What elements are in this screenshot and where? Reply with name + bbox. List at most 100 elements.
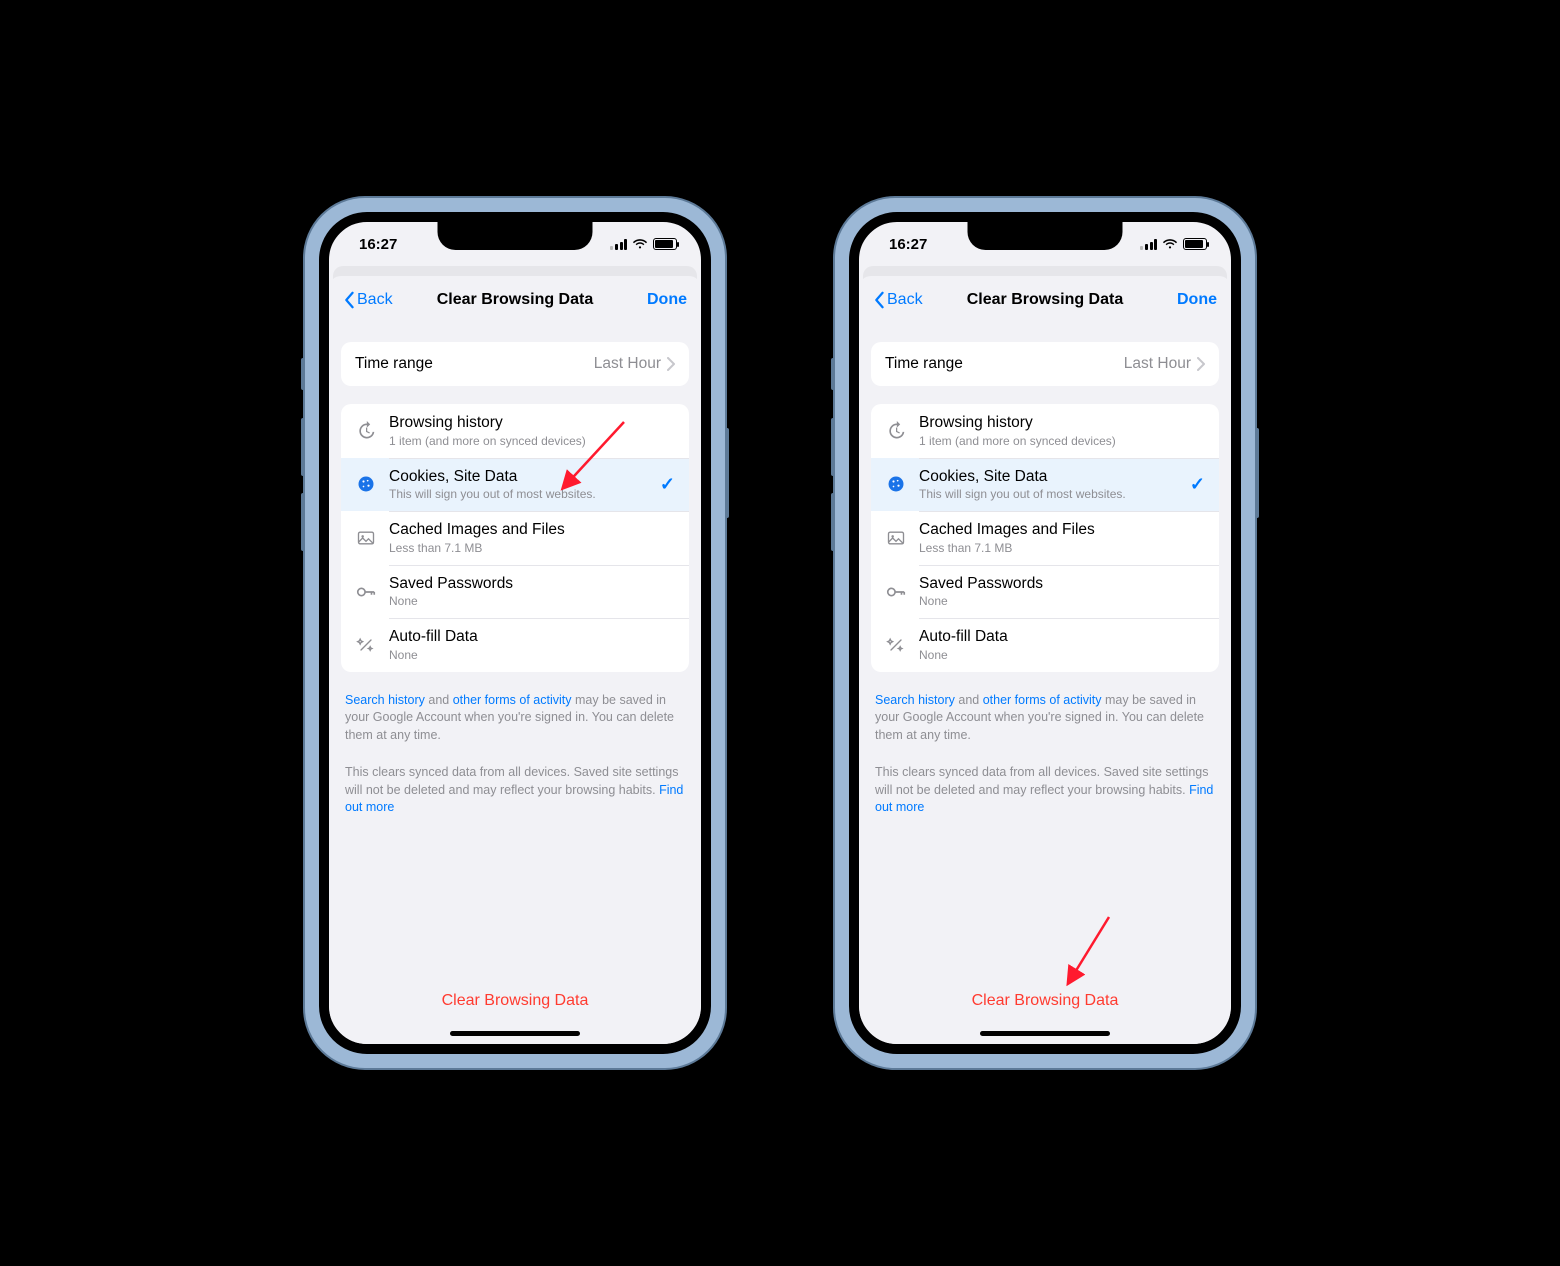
back-label: Back: [887, 291, 923, 309]
notch: [438, 222, 593, 250]
volume-down-button: [831, 493, 835, 551]
nav-bar: Back Clear Browsing Data Done: [859, 276, 1231, 324]
screen: 16:27 Back Clear Browsing Data Done: [319, 212, 711, 1054]
autofill-title: Auto-fill Data: [919, 628, 1205, 647]
time-range-row[interactable]: Time range Last Hour: [341, 342, 689, 386]
back-button[interactable]: Back: [873, 291, 923, 309]
passwords-title: Saved Passwords: [389, 575, 675, 594]
chevron-right-icon: [1197, 357, 1205, 371]
screen: 16:27 Back Clear Browsing Data Done: [849, 212, 1241, 1054]
volume-down-button: [301, 493, 305, 551]
phone-mockup-left: 16:27 Back Clear Browsing Data Done: [305, 198, 725, 1068]
checkmark-icon: ✓: [660, 474, 675, 495]
clear-browsing-data-button[interactable]: Clear Browsing Data: [329, 992, 701, 1010]
cellular-signal-icon: [1140, 239, 1157, 250]
footer-activity-text: Search history and other forms of activi…: [341, 692, 689, 745]
passwords-row[interactable]: Saved Passwords None: [341, 565, 689, 619]
wifi-icon: [1162, 238, 1178, 250]
time-range-group: Time range Last Hour: [341, 342, 689, 386]
volume-up-button: [831, 418, 835, 476]
battery-icon: [653, 238, 677, 250]
time-range-group: Time range Last Hour: [871, 342, 1219, 386]
notch: [968, 222, 1123, 250]
passwords-sub: None: [389, 594, 675, 608]
power-button: [725, 428, 729, 518]
other-activity-link[interactable]: other forms of activity: [453, 693, 572, 707]
browsing-history-title: Browsing history: [919, 414, 1205, 433]
modal-sheet: Back Clear Browsing Data Done Time range…: [329, 276, 701, 1044]
cookies-title: Cookies, Site Data: [389, 468, 660, 487]
phone-mockup-right: 16:27 Back Clear Browsing Data Done: [835, 198, 1255, 1068]
footer-sync-text: This clears synced data from all devices…: [871, 764, 1219, 817]
browsing-history-title: Browsing history: [389, 414, 675, 433]
image-icon: [355, 527, 377, 549]
time-range-label: Time range: [885, 355, 1124, 374]
search-history-link[interactable]: Search history: [875, 693, 955, 707]
cookies-row[interactable]: Cookies, Site Data This will sign you ou…: [341, 458, 689, 512]
image-icon: [885, 527, 907, 549]
wifi-icon: [632, 238, 648, 250]
browsing-history-row[interactable]: Browsing history 1 item (and more on syn…: [341, 404, 689, 458]
cached-sub: Less than 7.1 MB: [389, 541, 675, 555]
mute-switch: [301, 358, 305, 390]
autofill-row[interactable]: Auto-fill Data None: [871, 618, 1219, 672]
browsing-history-sub: 1 item (and more on synced devices): [389, 434, 675, 448]
battery-icon: [1183, 238, 1207, 250]
checkmark-icon: ✓: [1190, 474, 1205, 495]
key-icon: [885, 581, 907, 603]
modal-sheet: Back Clear Browsing Data Done Time range…: [859, 276, 1231, 1044]
home-indicator[interactable]: [980, 1031, 1110, 1036]
autofill-sub: None: [389, 648, 675, 662]
cached-title: Cached Images and Files: [919, 521, 1205, 540]
time-range-label: Time range: [355, 355, 594, 374]
data-types-group: Browsing history 1 item (and more on syn…: [871, 404, 1219, 672]
time-range-value: Last Hour: [594, 355, 661, 373]
done-button[interactable]: Done: [1177, 291, 1217, 309]
done-button[interactable]: Done: [647, 291, 687, 309]
browsing-history-row[interactable]: Browsing history 1 item (and more on syn…: [871, 404, 1219, 458]
time-range-row[interactable]: Time range Last Hour: [871, 342, 1219, 386]
home-indicator[interactable]: [450, 1031, 580, 1036]
cached-sub: Less than 7.1 MB: [919, 541, 1205, 555]
cookies-title: Cookies, Site Data: [919, 468, 1190, 487]
wand-icon: [885, 634, 907, 656]
passwords-row[interactable]: Saved Passwords None: [871, 565, 1219, 619]
back-label: Back: [357, 291, 393, 309]
nav-bar: Back Clear Browsing Data Done: [329, 276, 701, 324]
mute-switch: [831, 358, 835, 390]
back-button[interactable]: Back: [343, 291, 393, 309]
status-time: 16:27: [359, 236, 397, 253]
other-activity-link[interactable]: other forms of activity: [983, 693, 1102, 707]
passwords-sub: None: [919, 594, 1205, 608]
autofill-sub: None: [919, 648, 1205, 662]
clear-browsing-data-button[interactable]: Clear Browsing Data: [859, 992, 1231, 1010]
footer-sync-text: This clears synced data from all devices…: [341, 764, 689, 817]
autofill-title: Auto-fill Data: [389, 628, 675, 647]
data-types-group: Browsing history 1 item (and more on syn…: [341, 404, 689, 672]
chevron-left-icon: [343, 291, 355, 309]
status-time: 16:27: [889, 236, 927, 253]
passwords-title: Saved Passwords: [919, 575, 1205, 594]
chevron-left-icon: [873, 291, 885, 309]
history-icon: [885, 420, 907, 442]
cached-row[interactable]: Cached Images and Files Less than 7.1 MB: [341, 511, 689, 565]
cookies-row[interactable]: Cookies, Site Data This will sign you ou…: [871, 458, 1219, 512]
cookies-sub: This will sign you out of most websites.: [389, 487, 660, 501]
footer-activity-text: Search history and other forms of activi…: [871, 692, 1219, 745]
cookie-icon: [355, 473, 377, 495]
browsing-history-sub: 1 item (and more on synced devices): [919, 434, 1205, 448]
search-history-link[interactable]: Search history: [345, 693, 425, 707]
power-button: [1255, 428, 1259, 518]
volume-up-button: [301, 418, 305, 476]
time-range-value: Last Hour: [1124, 355, 1191, 373]
wand-icon: [355, 634, 377, 656]
cellular-signal-icon: [610, 239, 627, 250]
chevron-right-icon: [667, 357, 675, 371]
autofill-row[interactable]: Auto-fill Data None: [341, 618, 689, 672]
cached-title: Cached Images and Files: [389, 521, 675, 540]
cookies-sub: This will sign you out of most websites.: [919, 487, 1190, 501]
history-icon: [355, 420, 377, 442]
key-icon: [355, 581, 377, 603]
cookie-icon: [885, 473, 907, 495]
cached-row[interactable]: Cached Images and Files Less than 7.1 MB: [871, 511, 1219, 565]
